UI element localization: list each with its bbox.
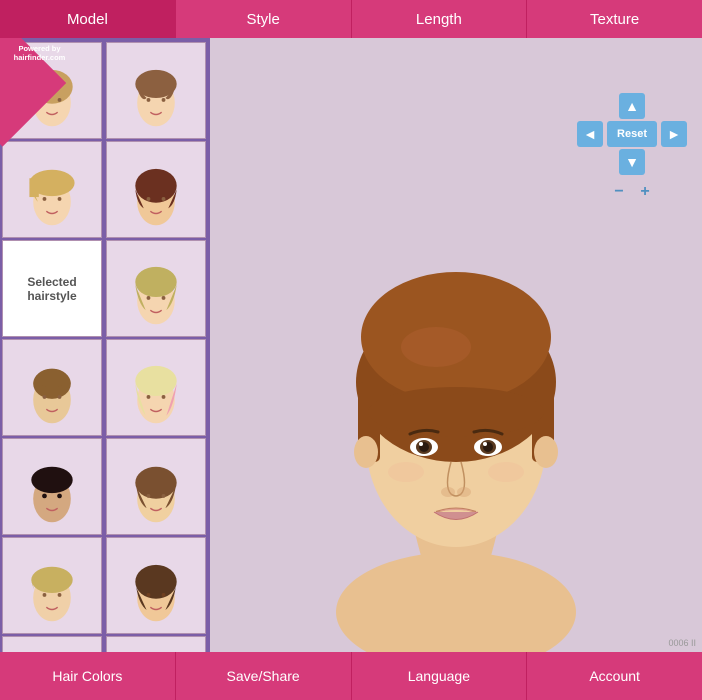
thumbnail-grid: Selected hairstyle bbox=[0, 40, 210, 652]
hairstyle-thumb-13[interactable] bbox=[2, 636, 102, 652]
hairstyle-thumb-6[interactable] bbox=[106, 240, 206, 337]
model-container bbox=[210, 38, 702, 652]
model-preview: ▲ ◄ Reset ► ▼ − + bbox=[210, 38, 702, 652]
tab-texture[interactable]: Texture bbox=[527, 0, 702, 38]
hairstyle-thumb-14[interactable] bbox=[106, 636, 206, 652]
bottom-navigation: Hair Colors Save/Share Language Account bbox=[0, 652, 702, 700]
tab-account[interactable]: Account bbox=[527, 652, 702, 700]
tab-save-share[interactable]: Save/Share bbox=[176, 652, 352, 700]
hairstyle-thumb-selected[interactable]: Selected hairstyle bbox=[2, 240, 102, 337]
hairstyle-thumb-11[interactable] bbox=[2, 537, 102, 634]
hairstyle-thumb-8[interactable] bbox=[106, 339, 206, 436]
model-face-svg bbox=[296, 152, 616, 652]
tab-style[interactable]: Style bbox=[176, 0, 352, 38]
top-navigation: Model Style Length Texture bbox=[0, 0, 702, 38]
tab-model[interactable]: Model bbox=[0, 0, 176, 38]
selected-label: Selected hairstyle bbox=[19, 267, 84, 311]
hairstyle-thumb-10[interactable] bbox=[106, 438, 206, 535]
hairstyle-thumb-4[interactable] bbox=[106, 141, 206, 238]
hairstyle-sidebar: Powered byhairfinder.com bbox=[0, 38, 210, 652]
hairstyle-thumb-2[interactable] bbox=[106, 42, 206, 139]
hairstyle-thumb-12[interactable] bbox=[106, 537, 206, 634]
tab-hair-colors[interactable]: Hair Colors bbox=[0, 652, 176, 700]
main-content: Powered byhairfinder.com bbox=[0, 38, 702, 652]
hairstyle-thumb-3[interactable] bbox=[2, 141, 102, 238]
hairstyle-thumb-7[interactable] bbox=[2, 339, 102, 436]
hairstyle-thumb-9[interactable] bbox=[2, 438, 102, 535]
brand-text: Powered byhairfinder.com bbox=[2, 44, 77, 62]
tab-language[interactable]: Language bbox=[352, 652, 528, 700]
watermark: 0006 II bbox=[668, 638, 696, 648]
tab-length[interactable]: Length bbox=[352, 0, 528, 38]
